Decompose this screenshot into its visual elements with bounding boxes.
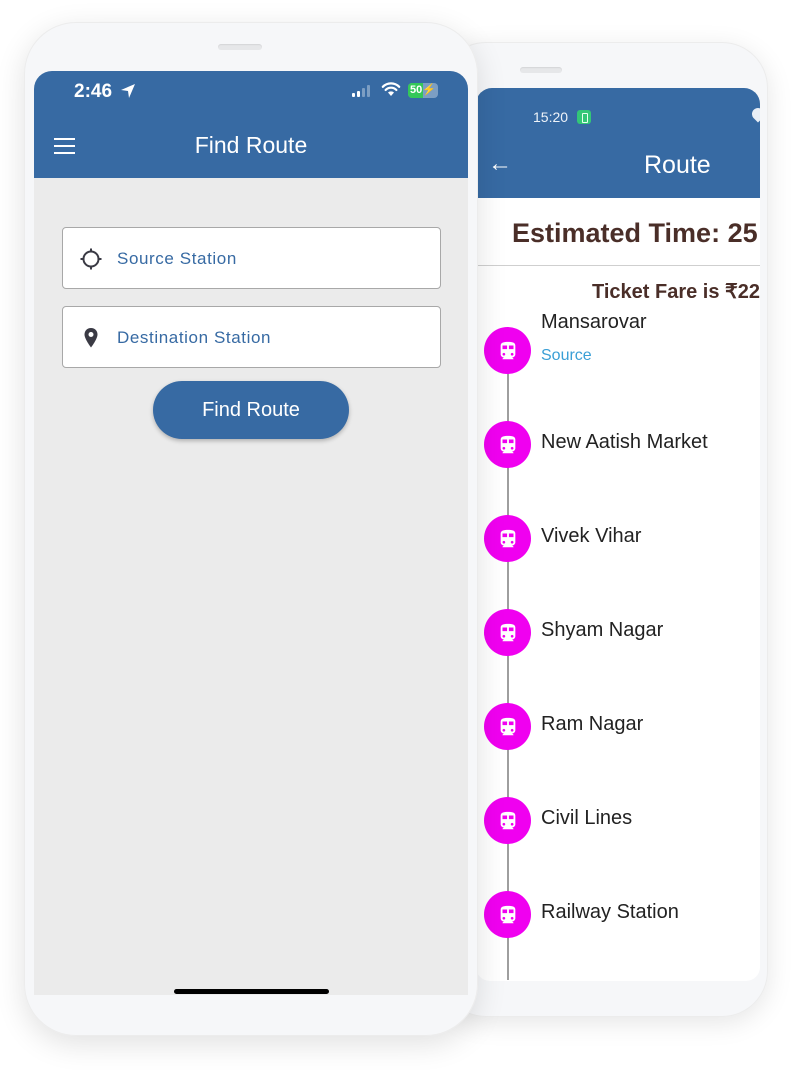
- route-app-bar: 15:20 ← Route: [476, 88, 760, 198]
- status-time: 15:20: [533, 109, 569, 125]
- destination-station-placeholder: Destination Station: [117, 328, 272, 347]
- station-name: Shyam Nagar: [541, 619, 664, 641]
- station-name: New Aatish Market: [541, 431, 708, 453]
- ticket-fare: Ticket Fare is ₹22: [592, 281, 760, 303]
- station-name: Vivek Vihar: [541, 525, 642, 547]
- destination-station-field[interactable]: Destination Station: [62, 306, 441, 368]
- page-title: Route: [644, 151, 711, 179]
- crosshair-icon: [80, 248, 102, 270]
- train-icon: [484, 327, 531, 374]
- find-route-button[interactable]: Find Route: [153, 381, 349, 439]
- train-icon: [484, 421, 531, 468]
- station-name: Civil Lines: [541, 807, 633, 829]
- wifi-icon: [381, 82, 401, 96]
- location-arrow-icon: [121, 84, 135, 98]
- back-arrow-icon[interactable]: ←: [488, 152, 512, 176]
- train-icon: [484, 797, 531, 844]
- phone-speaker: [218, 44, 262, 50]
- signal-strength-icon: [352, 85, 370, 97]
- train-icon: [484, 703, 531, 750]
- estimated-time: Estimated Time: 25: [512, 218, 758, 248]
- find-route-phone-frame: 2:46 50⚡ Find Route Source Station Desti…: [24, 22, 478, 1036]
- map-pin-icon: [84, 328, 98, 348]
- phone-speaker: [520, 67, 562, 73]
- source-station-field[interactable]: Source Station: [62, 227, 441, 289]
- battery-level: 50⚡: [410, 84, 436, 96]
- station-name: Railway Station: [541, 901, 679, 923]
- battery-icon: 50⚡: [408, 83, 438, 98]
- app-bar: 2:46 50⚡ Find Route: [34, 71, 468, 178]
- station-name: Mansarovar: [541, 311, 647, 333]
- location-pin-icon: [749, 105, 760, 123]
- battery-saver-icon: [577, 110, 591, 124]
- station-tag: Source: [541, 347, 592, 364]
- source-station-placeholder: Source Station: [117, 249, 237, 268]
- route-screen: 15:20 ← Route Estimated Time: 25 Ticket …: [476, 88, 760, 981]
- route-phone-frame: 15:20 ← Route Estimated Time: 25 Ticket …: [440, 42, 768, 1017]
- train-icon: [484, 891, 531, 938]
- page-title: Find Route: [194, 132, 308, 158]
- station-name: Ram Nagar: [541, 713, 644, 735]
- find-route-screen: 2:46 50⚡ Find Route Source Station Desti…: [34, 71, 468, 995]
- status-time: 2:46: [74, 81, 113, 102]
- train-icon: [484, 609, 531, 656]
- home-indicator[interactable]: [174, 989, 329, 994]
- divider: [476, 265, 760, 266]
- train-icon: [484, 515, 531, 562]
